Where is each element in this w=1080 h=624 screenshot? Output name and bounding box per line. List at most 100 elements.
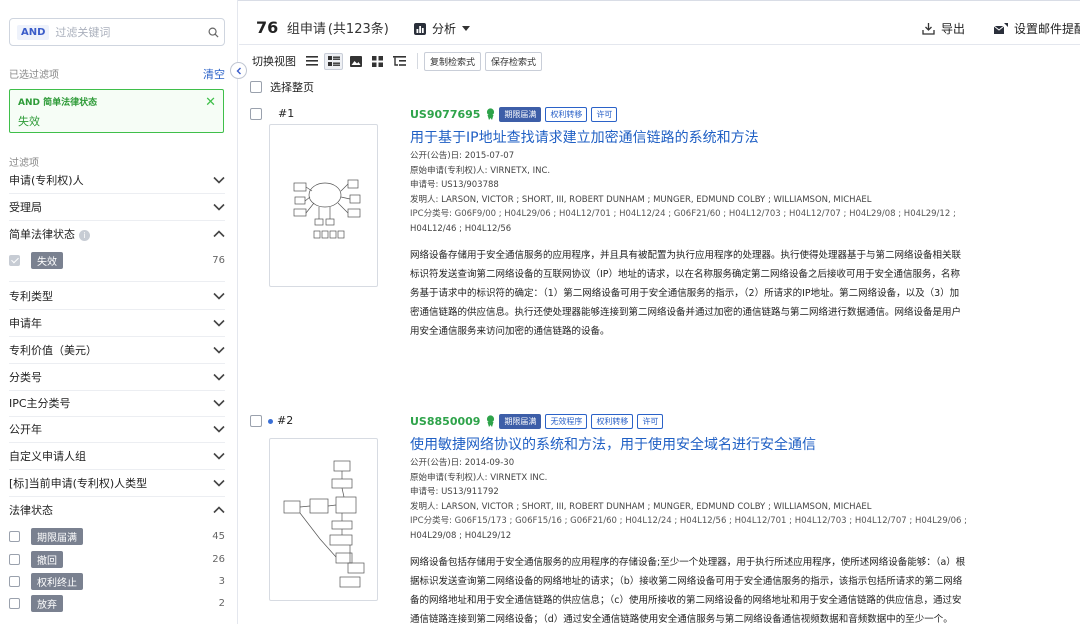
filter-legal-status[interactable]: 法律状态 xyxy=(9,497,225,523)
mail-label: 设置邮件提醒 xyxy=(1014,22,1080,36)
abstract-line: 备的网络地址和用于安全通信链路的供应信息；（c）使用所接收的第二网络设备的网络地… xyxy=(410,595,962,606)
active-filter-chip: AND 简单法律状态 失效 ✕ xyxy=(9,89,224,133)
option-count: 2 xyxy=(218,597,225,609)
filter-publication-year[interactable]: 公开年 xyxy=(9,416,225,442)
save-query-button[interactable]: 保存检索式 xyxy=(485,51,543,71)
result-number: #1 xyxy=(278,107,295,120)
original-applicant: 原始申请(专利权)人: VIRNETX INC. xyxy=(410,472,548,483)
and-chip[interactable]: AND xyxy=(17,24,50,40)
total-count: (共123条) xyxy=(327,22,389,37)
result-checkbox-wrap[interactable] xyxy=(250,108,262,120)
filter-applicant[interactable]: 申请(专利权)人 xyxy=(9,167,225,193)
status-badge: 许可 xyxy=(637,413,664,429)
abstract-line: 网络设备存储用于安全通信服务的应用程序，并且具有被配置为执行应用程序的处理器。执… xyxy=(410,250,962,261)
tree-view-button[interactable] xyxy=(390,53,409,70)
filter-label: 申请(专利权)人 xyxy=(9,174,84,187)
option-rights-terminated[interactable]: 权利终止 3 xyxy=(9,572,225,590)
filter-classification[interactable]: 分类号 xyxy=(9,364,225,390)
chevron-up-icon xyxy=(213,230,225,238)
option-label: 放弃 xyxy=(31,594,63,612)
collapse-sidebar-button[interactable] xyxy=(230,62,247,79)
filter-patent-type[interactable]: 专利类型 xyxy=(9,283,225,309)
application-number: 申请号: US13/911792 xyxy=(410,487,499,497)
result-title-link[interactable]: 使用敏捷网络协议的系统和方法，用于使用安全域名进行安全通信 xyxy=(410,434,1080,454)
remove-filter-icon[interactable]: ✕ xyxy=(205,95,216,110)
filter-ipc-main[interactable]: IPC主分类号 xyxy=(9,390,225,416)
chevron-down-icon xyxy=(213,373,225,381)
filter-patent-value[interactable]: 专利价值（美元） xyxy=(9,337,225,363)
publication-date: 公开(公告)日: 2014-09-30 xyxy=(410,458,515,468)
result-checkbox[interactable] xyxy=(250,108,262,120)
result-body: US9077695 期限届满 权利转移 许可 用于基于IP地址查找请求建立加密通… xyxy=(410,106,1080,341)
count-number: 76 xyxy=(256,18,279,37)
list-view-button[interactable] xyxy=(302,53,321,70)
active-filter-title: AND 简单法律状态 xyxy=(18,98,98,108)
mail-alert-icon xyxy=(994,22,1008,34)
bar-chart-icon xyxy=(414,22,426,35)
grid-icon xyxy=(372,55,383,67)
filter-search-input[interactable]: 过滤关键词 xyxy=(55,24,202,40)
abstract-line: 据标识发送查询第二网络设备的网络地址的请求；（b）接收第二网络设备可用于安全通信… xyxy=(410,576,963,587)
filter-label: 专利价值（美元） xyxy=(9,344,97,357)
filter-simple-legal-status[interactable]: 简单法律状态 i xyxy=(9,221,225,247)
search-icon[interactable] xyxy=(202,21,224,43)
info-icon[interactable]: i xyxy=(79,229,90,241)
publication-date: 公开(公告)日: 2015-07-07 xyxy=(410,151,515,161)
ipc-codes-cont: H04L12/46 ; H04L12/56 xyxy=(410,223,512,234)
checkbox[interactable] xyxy=(9,597,20,609)
result-title-link[interactable]: 用于基于IP地址查找请求建立加密通信链路的系统和方法 xyxy=(410,127,1080,147)
option-count: 76 xyxy=(212,254,225,266)
chevron-down-icon xyxy=(213,452,225,460)
checkbox[interactable] xyxy=(9,553,20,565)
patent-drawing-thumbnail[interactable] xyxy=(269,124,378,287)
tree-icon xyxy=(393,55,406,66)
result-checkbox[interactable] xyxy=(250,415,262,427)
result-number: #2 xyxy=(268,414,293,427)
chevron-down-icon xyxy=(213,479,225,487)
filter-custom-applicant-group[interactable]: 自定义申请人组 xyxy=(9,443,225,469)
detail-list-icon xyxy=(327,55,340,66)
checkbox[interactable] xyxy=(9,530,20,542)
filter-label: 自定义申请人组 xyxy=(9,450,86,463)
result-meta-line: US9077695 期限届满 权利转移 许可 xyxy=(410,106,1080,122)
application-number: 申请号: US13/903788 xyxy=(410,180,499,190)
detail-view-button[interactable] xyxy=(324,52,343,70)
status-badge: 权利转移 xyxy=(545,106,588,122)
image-view-button[interactable] xyxy=(346,53,365,70)
abstract-line: 通信链路连接到第二网络设备；（d）通过安全通信链路使用安全通信服务与第二网络设备… xyxy=(410,614,953,624)
email-alert-button[interactable]: 设置邮件提醒 xyxy=(994,20,1080,37)
option-withdrawn[interactable]: 撤回 26 xyxy=(9,550,225,568)
patent-number-link[interactable]: US8850009 xyxy=(410,415,480,428)
view-toolbar: 切换视图 复制检索式 保存检索式 xyxy=(252,51,546,71)
analysis-menu[interactable]: 分析 xyxy=(414,20,471,37)
results-count: 76 组申请 (共123条) xyxy=(256,18,389,37)
filter-label: IPC主分类号 xyxy=(9,397,71,410)
filter-search[interactable]: AND 过滤关键词 xyxy=(9,18,225,46)
checkbox[interactable] xyxy=(9,575,20,587)
results-panel: 76 组申请 (共123条) 分析 导出 设置邮件提醒 切换视图 复制检索式 保… xyxy=(239,0,1080,624)
select-all-checkbox[interactable] xyxy=(250,81,262,93)
award-icon xyxy=(487,108,495,120)
result-checkbox-wrap[interactable] xyxy=(250,415,262,427)
checkbox[interactable] xyxy=(9,254,20,266)
status-badge: 期限届满 xyxy=(499,106,542,122)
clear-filters-link[interactable]: 清空 xyxy=(203,66,225,82)
abstract-line: 密通信链路的供应信息。执行还使处理器能够连接到第二网络设备并通过加密的通信链路与… xyxy=(410,307,962,318)
download-icon xyxy=(922,23,935,35)
option-expired[interactable]: 期限届满 45 xyxy=(9,527,225,545)
patent-number-link[interactable]: US9077695 xyxy=(410,108,480,121)
filter-application-year[interactable]: 申请年 xyxy=(9,310,225,336)
abstract-line: 网络设备包括存储用于安全通信服务的应用程序的存储设备;至少一个处理器，用于执行所… xyxy=(410,557,966,568)
chevron-down-icon xyxy=(213,399,225,407)
export-button[interactable]: 导出 xyxy=(922,20,965,37)
result-meta: 公开(公告)日: 2015-07-07 原始申请(专利权)人: VIRNETX,… xyxy=(410,149,1080,236)
filter-current-applicant-type[interactable]: [标]当前申请(专利权)人类型 xyxy=(9,470,225,496)
filter-office[interactable]: 受理局 xyxy=(9,194,225,220)
select-page[interactable]: 选择整页 xyxy=(250,79,314,95)
inventors: 发明人: LARSON, VICTOR ; SHORT, III, ROBERT… xyxy=(410,194,872,205)
option-invalid[interactable]: 失效 76 xyxy=(9,251,225,269)
grid-view-button[interactable] xyxy=(368,53,387,70)
patent-drawing-thumbnail[interactable] xyxy=(269,438,378,601)
option-abandoned[interactable]: 放弃 2 xyxy=(9,594,225,612)
copy-query-button[interactable]: 复制检索式 xyxy=(424,51,482,71)
